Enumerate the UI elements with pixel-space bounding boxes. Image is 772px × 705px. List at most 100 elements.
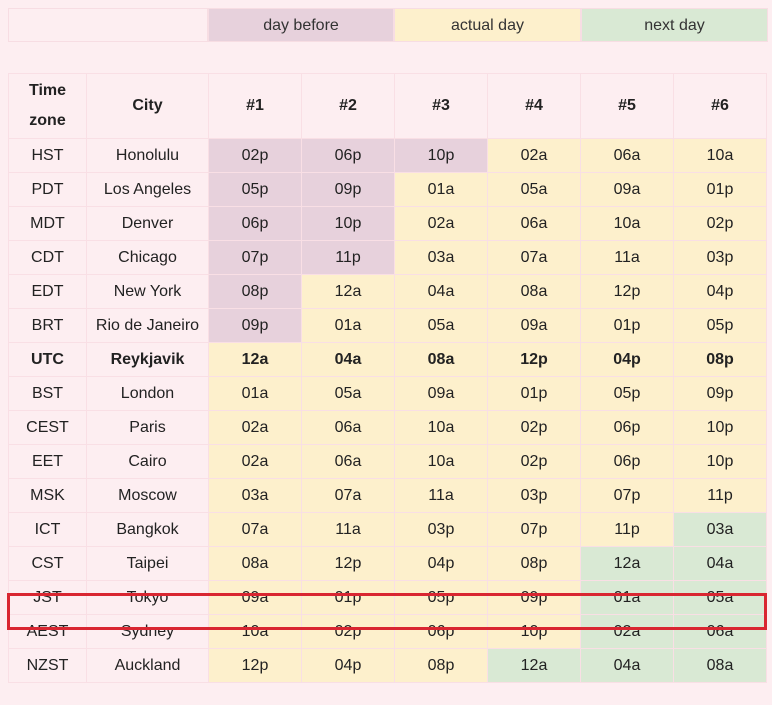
time-cell: 03a (394, 240, 488, 275)
time-cell: 12p (208, 648, 302, 683)
header-row: Time zone City #1 #2 #3 #4 #5 #6 (8, 73, 767, 139)
time-cell: 11a (394, 478, 488, 513)
time-cell: 04a (580, 648, 674, 683)
timezone-cell: NZST (8, 648, 87, 683)
header-slot: #1 (208, 73, 302, 139)
time-cell: 03p (394, 512, 488, 547)
timezone-cell: HST (8, 138, 87, 173)
time-cell: 10a (580, 206, 674, 241)
table-row: BRT Rio de Janeiro 09p 01a 05a 09a 01p 05p (8, 308, 767, 343)
time-cell: 03p (487, 478, 581, 513)
time-cell: 08a (208, 546, 302, 581)
time-cell: 08a (673, 648, 767, 683)
header-slot: #6 (673, 73, 767, 139)
time-cell: 12a (580, 546, 674, 581)
table-row: CDT Chicago 07p 11p 03a 07a 11a 03p (8, 240, 767, 275)
time-cell: 04a (394, 274, 488, 309)
legend: day before actual day next day (8, 8, 768, 42)
time-cell: 09p (487, 580, 581, 615)
timezone-cell: ICT (8, 512, 87, 547)
time-cell: 05p (208, 172, 302, 207)
time-cell: 05a (673, 580, 767, 615)
time-cell: 11p (301, 240, 395, 275)
time-cell: 02a (208, 444, 302, 479)
city-cell: Paris (86, 410, 209, 445)
time-cell: 08a (394, 342, 488, 377)
time-cell: 06p (580, 444, 674, 479)
time-cell: 12p (301, 546, 395, 581)
time-cell: 02a (580, 614, 674, 649)
time-cell: 03p (673, 240, 767, 275)
time-cell: 03a (673, 512, 767, 547)
header-slot: #4 (487, 73, 581, 139)
time-cell: 02p (487, 410, 581, 445)
time-cell: 10a (394, 444, 488, 479)
timezone-cell: AEST (8, 614, 87, 649)
timezone-table: Time zone City #1 #2 #3 #4 #5 #6 HST Hono… (8, 73, 767, 683)
city-cell: Honolulu (86, 138, 209, 173)
time-cell: 06p (301, 138, 395, 173)
header-city: City (86, 73, 209, 139)
time-cell: 04a (301, 342, 395, 377)
city-cell: Auckland (86, 648, 209, 683)
time-cell: 12a (487, 648, 581, 683)
time-cell: 02a (394, 206, 488, 241)
time-cell: 10a (208, 614, 302, 649)
time-cell: 07a (301, 478, 395, 513)
city-cell: Tokyo (86, 580, 209, 615)
time-cell: 09a (487, 308, 581, 343)
table-row: UTC Reykjavik 12a 04a 08a 12p 04p 08p (8, 342, 767, 377)
time-cell: 01p (580, 308, 674, 343)
time-cell: 04p (673, 274, 767, 309)
header-slot: #5 (580, 73, 674, 139)
time-cell: 01a (208, 376, 302, 411)
time-cell: 01a (301, 308, 395, 343)
time-cell: 06p (208, 206, 302, 241)
time-cell: 06a (673, 614, 767, 649)
header-slot: #3 (394, 73, 488, 139)
time-cell: 06p (580, 410, 674, 445)
time-cell: 10a (673, 138, 767, 173)
table-row: BST London 01a 05a 09a 01p 05p 09p (8, 376, 767, 411)
timezone-cell: CST (8, 546, 87, 581)
legend-spacer (8, 8, 208, 42)
time-cell: 12a (208, 342, 302, 377)
header-timezone-line2: zone (29, 112, 66, 129)
time-cell: 09a (580, 172, 674, 207)
time-cell: 03a (208, 478, 302, 513)
time-cell: 08p (673, 342, 767, 377)
time-cell: 08p (394, 648, 488, 683)
table-row: HST Honolulu 02p 06p 10p 02a 06a 10a (8, 138, 767, 173)
city-cell: Reykjavik (86, 342, 209, 377)
time-cell: 09p (673, 376, 767, 411)
table-row: CST Taipei 08a 12p 04p 08p 12a 04a (8, 546, 767, 581)
time-cell: 06a (580, 138, 674, 173)
city-cell: London (86, 376, 209, 411)
table-row: CEST Paris 02a 06a 10a 02p 06p 10p (8, 410, 767, 445)
time-cell: 07p (580, 478, 674, 513)
city-cell: Cairo (86, 444, 209, 479)
timezone-cell: MDT (8, 206, 87, 241)
time-cell: 08p (487, 546, 581, 581)
city-cell: Bangkok (86, 512, 209, 547)
time-cell: 05p (580, 376, 674, 411)
time-cell: 01p (673, 172, 767, 207)
city-cell: Denver (86, 206, 209, 241)
time-cell: 10p (487, 614, 581, 649)
time-cell: 10p (673, 410, 767, 445)
city-cell: Los Angeles (86, 172, 209, 207)
timezone-cell: CEST (8, 410, 87, 445)
time-cell: 07a (487, 240, 581, 275)
time-cell: 02p (208, 138, 302, 173)
table-row: AEST Sydney 10a 02p 06p 10p 02a 06a (8, 614, 767, 649)
city-cell: Sydney (86, 614, 209, 649)
time-cell: 09a (394, 376, 488, 411)
timezone-cell: BRT (8, 308, 87, 343)
time-cell: 04p (301, 648, 395, 683)
time-cell: 10p (673, 444, 767, 479)
time-cell: 11p (580, 512, 674, 547)
time-cell: 11a (580, 240, 674, 275)
time-cell: 04a (673, 546, 767, 581)
time-cell: 01a (580, 580, 674, 615)
city-cell: Rio de Janeiro (86, 308, 209, 343)
